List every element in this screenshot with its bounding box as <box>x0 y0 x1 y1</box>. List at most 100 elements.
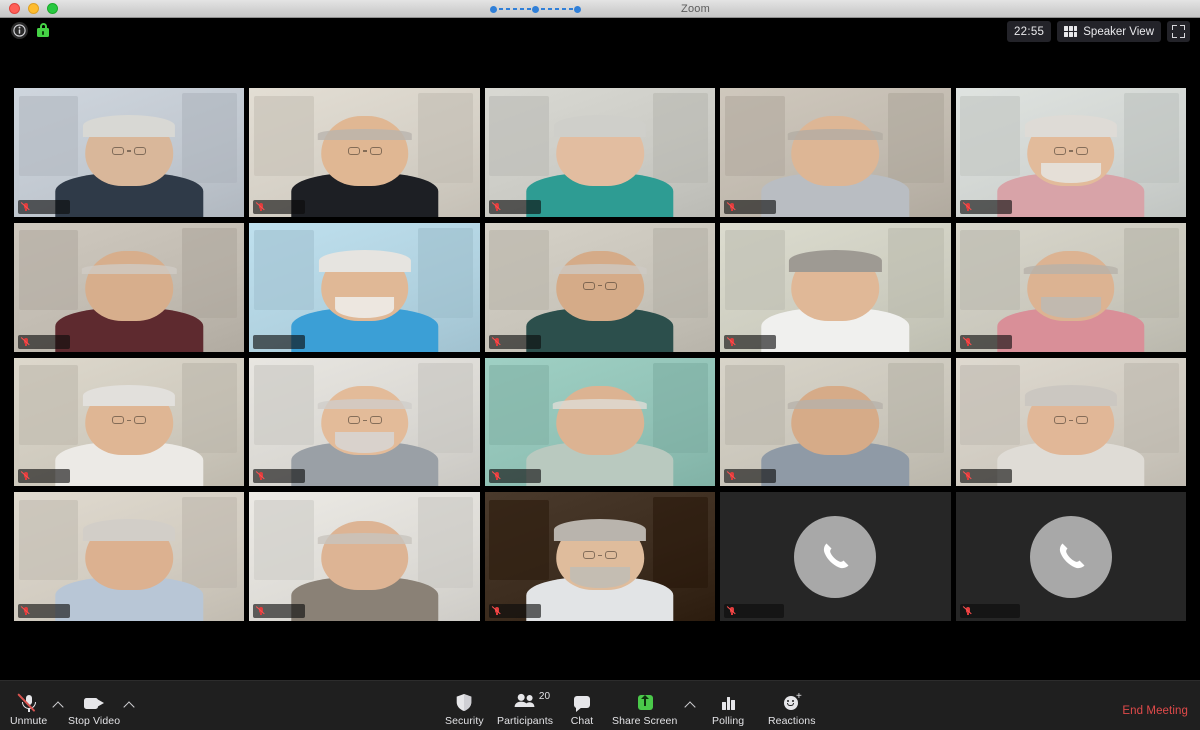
enter-fullscreen-icon <box>1172 25 1185 38</box>
microphone-muted-icon <box>491 336 501 347</box>
smiley-plus-icon: + <box>780 691 804 713</box>
participant-video <box>955 222 1186 352</box>
chat-button[interactable]: Chat <box>570 693 594 727</box>
microphone-muted-icon <box>962 606 972 616</box>
unmute-button[interactable]: Unmute <box>10 692 48 727</box>
participant-tile[interactable] <box>14 357 245 487</box>
participant-name-label <box>253 199 306 214</box>
share-screen-button[interactable]: Share Screen <box>612 693 677 727</box>
participant-tile[interactable] <box>484 88 716 217</box>
participant-name-label <box>253 604 306 618</box>
microphone-muted-icon <box>255 606 266 616</box>
share-screen-label: Share Screen <box>612 714 678 727</box>
participant-tile[interactable] <box>955 492 1186 621</box>
microphone-muted-icon <box>726 606 736 616</box>
participant-name-label <box>959 199 1012 214</box>
participant-gallery-grid <box>14 88 1186 621</box>
participant-name-label <box>724 469 777 484</box>
eyeglasses <box>112 146 147 155</box>
participant-name-label <box>488 604 541 618</box>
participant-tile[interactable] <box>249 357 480 487</box>
microphone-muted-icon <box>726 201 736 212</box>
participant-video <box>484 88 716 217</box>
participant-tile[interactable] <box>955 357 1186 487</box>
share-options-caret[interactable] <box>684 698 697 711</box>
audio-options-caret[interactable] <box>52 698 65 711</box>
chat-bubble-icon <box>570 693 594 713</box>
polling-button[interactable]: Polling <box>712 693 744 727</box>
participant-tile[interactable] <box>955 222 1186 352</box>
participant-video <box>484 357 716 487</box>
participant-video <box>249 222 480 352</box>
maximize-button[interactable] <box>47 3 58 14</box>
reactions-label: Reactions <box>768 714 816 727</box>
microphone-muted-icon <box>20 471 30 481</box>
minimize-button[interactable] <box>28 3 39 14</box>
participant-video <box>14 222 245 352</box>
eyeglasses <box>347 416 382 425</box>
participant-video <box>720 357 951 487</box>
eyeglasses <box>582 551 617 560</box>
window-controls[interactable] <box>0 3 58 14</box>
participant-tile[interactable] <box>249 88 480 217</box>
microphone-muted-icon <box>962 336 972 347</box>
participant-tile[interactable] <box>14 492 245 621</box>
phone-handset-icon <box>794 515 877 598</box>
participant-name-label <box>724 604 785 618</box>
stop-video-button[interactable]: Stop Video <box>68 693 120 727</box>
microphone-muted-icon <box>255 471 266 481</box>
bar-chart-icon <box>716 693 740 713</box>
participant-tile[interactable] <box>14 88 245 217</box>
participant-name-label <box>488 334 541 349</box>
participant-tile[interactable] <box>720 492 951 621</box>
microphone-muted-icon <box>491 606 501 616</box>
fullscreen-button[interactable] <box>1167 21 1190 42</box>
eyeglasses <box>347 146 382 155</box>
share-screen-icon <box>633 693 657 713</box>
participants-button[interactable]: 20 Participants <box>497 691 554 727</box>
participant-video <box>249 88 480 217</box>
participant-tile[interactable] <box>484 492 716 621</box>
microphone-muted-icon <box>491 201 501 212</box>
microphone-muted-icon <box>16 692 41 713</box>
participant-tile[interactable] <box>484 222 716 352</box>
stop-video-label: Stop Video <box>68 714 121 727</box>
unmute-label: Unmute <box>10 714 48 727</box>
participant-name-label <box>724 199 777 214</box>
microphone-muted-icon <box>20 201 30 212</box>
grid-view-icon <box>1064 26 1078 37</box>
participant-tile[interactable] <box>14 222 245 352</box>
end-meeting-button[interactable]: End Meeting <box>1122 705 1188 717</box>
speaker-view-button[interactable]: Speaker View <box>1057 21 1161 42</box>
participant-tile[interactable] <box>484 357 716 487</box>
participants-label: Participants <box>497 714 554 727</box>
participant-name-label <box>18 469 70 484</box>
participant-tile[interactable] <box>249 492 480 621</box>
participant-name-label <box>959 469 1012 484</box>
participant-tile[interactable] <box>720 357 951 487</box>
participant-video <box>14 88 245 217</box>
encryption-lock-icon[interactable] <box>37 23 49 38</box>
close-button[interactable] <box>9 3 20 14</box>
participant-tile[interactable] <box>955 88 1186 217</box>
participant-tile[interactable] <box>249 222 480 352</box>
video-options-caret[interactable] <box>123 698 136 711</box>
reactions-button[interactable]: + Reactions <box>768 691 816 727</box>
meeting-information-icon[interactable] <box>11 22 28 39</box>
participant-name-label <box>488 199 541 214</box>
microphone-muted-icon <box>962 201 972 212</box>
security-button[interactable]: Security <box>445 693 484 727</box>
security-label: Security <box>445 714 484 727</box>
participant-tile[interactable] <box>720 88 951 217</box>
participant-name-label <box>18 604 70 618</box>
participant-tile[interactable] <box>720 222 951 352</box>
microphone-muted-icon <box>20 606 30 616</box>
video-stage <box>0 46 1200 680</box>
participant-name-label <box>18 199 70 214</box>
participant-name-label <box>253 469 306 484</box>
microphone-muted-icon <box>20 336 30 347</box>
participant-video <box>955 88 1186 217</box>
meeting-timer: 22:55 <box>1006 21 1052 42</box>
window-titlebar: Zoom <box>0 0 1200 18</box>
connection-quality-dots <box>490 5 582 13</box>
